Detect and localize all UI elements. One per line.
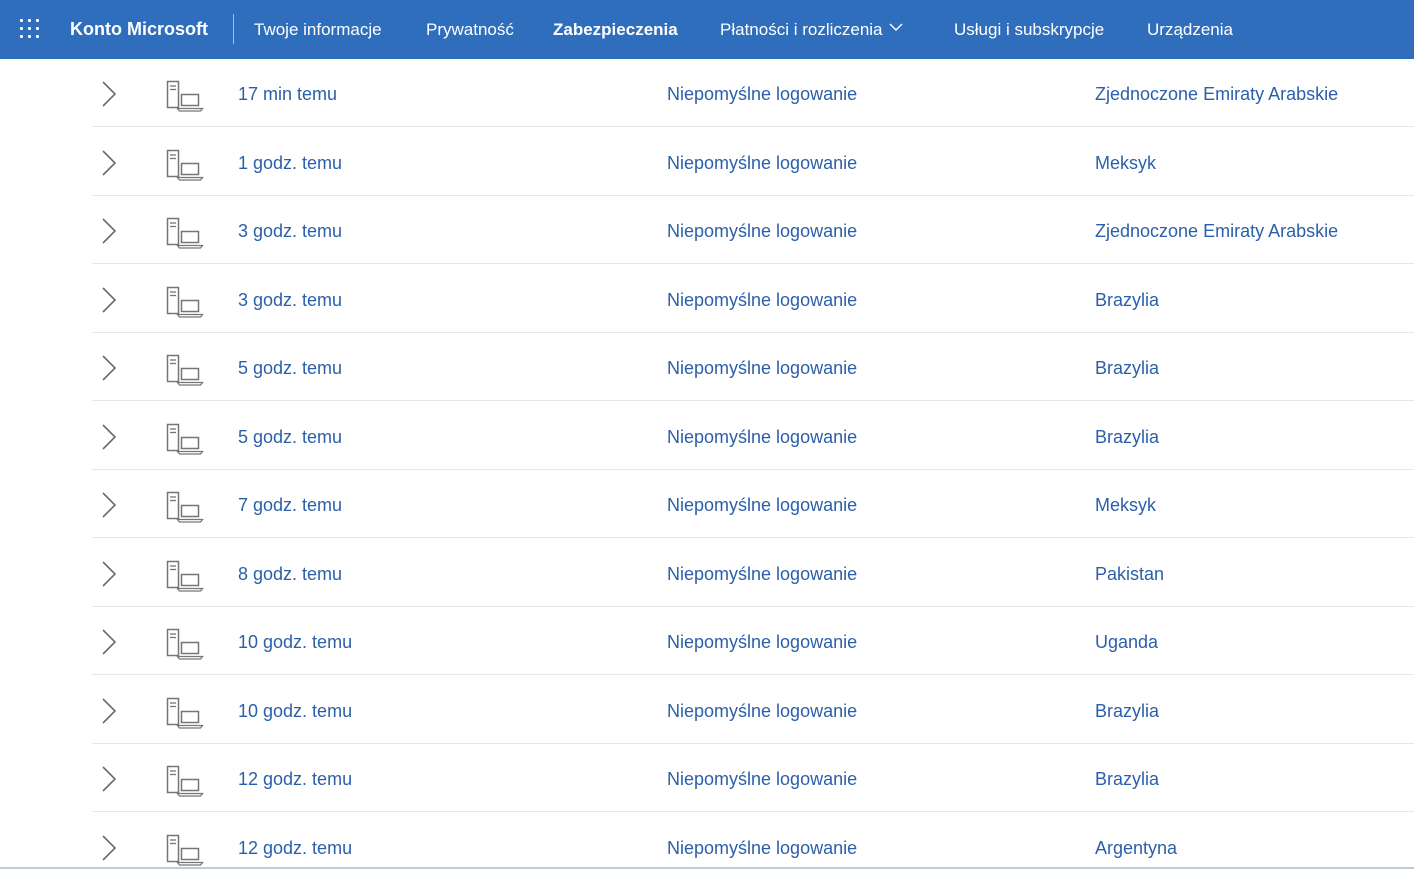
activity-row[interactable]: 10 godz. temu Niepomyślne logowanie Uganda bbox=[0, 607, 1414, 675]
activity-row[interactable]: 7 godz. temu Niepomyślne logowanie Meksyk bbox=[0, 470, 1414, 538]
activity-row[interactable]: 12 godz. temu Niepomyślne logowanie Argent… bbox=[0, 813, 1414, 871]
chevron-right-icon[interactable] bbox=[100, 491, 118, 519]
device-icon bbox=[165, 423, 205, 455]
chevron-right-icon[interactable] bbox=[100, 217, 118, 245]
activity-status[interactable]: Niepomyślne logowanie bbox=[667, 152, 857, 174]
device-icon bbox=[165, 217, 205, 249]
activity-time[interactable]: 10 godz. temu bbox=[238, 631, 352, 653]
activity-location[interactable]: Uganda bbox=[1095, 631, 1158, 653]
activity-time[interactable]: 8 godz. temu bbox=[238, 563, 342, 585]
activity-location[interactable]: Meksyk bbox=[1095, 152, 1156, 174]
activity-location[interactable]: Brazylia bbox=[1095, 289, 1159, 311]
device-icon bbox=[165, 286, 205, 318]
activity-location[interactable]: Meksyk bbox=[1095, 494, 1156, 516]
activity-status[interactable]: Niepomyślne logowanie bbox=[667, 494, 857, 516]
device-icon bbox=[165, 491, 205, 523]
device-icon bbox=[165, 560, 205, 592]
activity-status[interactable]: Niepomyślne logowanie bbox=[667, 357, 857, 379]
app-launcher-icon[interactable] bbox=[20, 19, 40, 39]
activity-time[interactable]: 3 godz. temu bbox=[238, 220, 342, 242]
activity-time[interactable]: 7 godz. temu bbox=[238, 494, 342, 516]
activity-status[interactable]: Niepomyślne logowanie bbox=[667, 563, 857, 585]
nav-services-subscriptions[interactable]: Usługi i subskrypcje bbox=[954, 19, 1104, 41]
activity-status[interactable]: Niepomyślne logowanie bbox=[667, 700, 857, 722]
activity-row[interactable]: 17 min temu Niepomyślne logowanie Zjednocz… bbox=[0, 59, 1414, 127]
device-icon bbox=[165, 697, 205, 729]
nav-payments-billing-label: Płatności i rozliczenia bbox=[720, 20, 883, 39]
row-separator bbox=[92, 126, 1414, 127]
activity-time[interactable]: 5 godz. temu bbox=[238, 357, 342, 379]
activity-location[interactable]: Brazylia bbox=[1095, 700, 1159, 722]
device-icon bbox=[165, 834, 205, 866]
activity-status[interactable]: Niepomyślne logowanie bbox=[667, 837, 857, 859]
activity-time[interactable]: 10 godz. temu bbox=[238, 700, 352, 722]
row-separator bbox=[92, 400, 1414, 401]
chevron-right-icon[interactable] bbox=[100, 80, 118, 108]
page-bottom-border bbox=[0, 867, 1414, 869]
device-icon bbox=[165, 628, 205, 660]
chevron-right-icon[interactable] bbox=[100, 834, 118, 862]
nav-your-info[interactable]: Twoje informacje bbox=[254, 19, 382, 41]
activity-time[interactable]: 12 godz. temu bbox=[238, 837, 352, 859]
activity-row[interactable]: 10 godz. temu Niepomyślne logowanie Brazyl… bbox=[0, 676, 1414, 744]
activity-status[interactable]: Niepomyślne logowanie bbox=[667, 631, 857, 653]
device-icon bbox=[165, 765, 205, 797]
nav-security[interactable]: Zabezpieczenia bbox=[553, 19, 678, 41]
chevron-right-icon[interactable] bbox=[100, 560, 118, 588]
activity-time[interactable]: 5 godz. temu bbox=[238, 426, 342, 448]
activity-row[interactable]: 3 godz. temu Niepomyślne logowanie Zjednoc… bbox=[0, 196, 1414, 264]
chevron-right-icon[interactable] bbox=[100, 149, 118, 177]
row-separator bbox=[92, 674, 1414, 675]
activity-row[interactable]: 8 godz. temu Niepomyślne logowanie Pakista… bbox=[0, 539, 1414, 607]
activity-status[interactable]: Niepomyślne logowanie bbox=[667, 220, 857, 242]
device-icon bbox=[165, 354, 205, 386]
chevron-right-icon[interactable] bbox=[100, 354, 118, 382]
chevron-right-icon[interactable] bbox=[100, 697, 118, 725]
activity-row[interactable]: 5 godz. temu Niepomyślne logowanie Brazyli… bbox=[0, 402, 1414, 470]
nav-devices[interactable]: Urządzenia bbox=[1147, 19, 1233, 41]
activity-row[interactable]: 5 godz. temu Niepomyślne logowanie Brazyli… bbox=[0, 333, 1414, 401]
chevron-down-icon bbox=[889, 23, 903, 32]
device-icon bbox=[165, 80, 205, 112]
activity-time[interactable]: 3 godz. temu bbox=[238, 289, 342, 311]
nav-payments-billing[interactable]: Płatności i rozliczenia bbox=[720, 19, 903, 41]
activity-time[interactable]: 12 godz. temu bbox=[238, 768, 352, 790]
activity-time[interactable]: 17 min temu bbox=[238, 83, 337, 105]
chevron-right-icon[interactable] bbox=[100, 765, 118, 793]
activity-location[interactable]: Brazylia bbox=[1095, 426, 1159, 448]
row-separator bbox=[92, 263, 1414, 264]
header-divider bbox=[233, 14, 234, 44]
chevron-right-icon[interactable] bbox=[100, 628, 118, 656]
activity-location[interactable]: Argentyna bbox=[1095, 837, 1177, 859]
brand-title[interactable]: Konto Microsoft bbox=[70, 18, 208, 40]
chevron-right-icon[interactable] bbox=[100, 286, 118, 314]
device-icon bbox=[165, 149, 205, 181]
activity-location[interactable]: Brazylia bbox=[1095, 357, 1159, 379]
activity-location[interactable]: Brazylia bbox=[1095, 768, 1159, 790]
top-navigation-bar: Konto Microsoft Twoje informacje Prywatn… bbox=[0, 0, 1414, 59]
activity-location[interactable]: Zjednoczone Emiraty Arabskie bbox=[1095, 83, 1338, 105]
nav-privacy[interactable]: Prywatność bbox=[426, 19, 514, 41]
row-separator bbox=[92, 811, 1414, 812]
activity-row[interactable]: 12 godz. temu Niepomyślne logowanie Brazyl… bbox=[0, 744, 1414, 812]
activity-row[interactable]: 3 godz. temu Niepomyślne logowanie Brazyli… bbox=[0, 265, 1414, 333]
activity-status[interactable]: Niepomyślne logowanie bbox=[667, 83, 857, 105]
activity-location[interactable]: Zjednoczone Emiraty Arabskie bbox=[1095, 220, 1338, 242]
activity-status[interactable]: Niepomyślne logowanie bbox=[667, 289, 857, 311]
chevron-right-icon[interactable] bbox=[100, 423, 118, 451]
row-separator bbox=[92, 537, 1414, 538]
activity-time[interactable]: 1 godz. temu bbox=[238, 152, 342, 174]
activity-status[interactable]: Niepomyślne logowanie bbox=[667, 768, 857, 790]
activity-status[interactable]: Niepomyślne logowanie bbox=[667, 426, 857, 448]
activity-row[interactable]: 1 godz. temu Niepomyślne logowanie Meksyk bbox=[0, 128, 1414, 196]
activity-location[interactable]: Pakistan bbox=[1095, 563, 1164, 585]
